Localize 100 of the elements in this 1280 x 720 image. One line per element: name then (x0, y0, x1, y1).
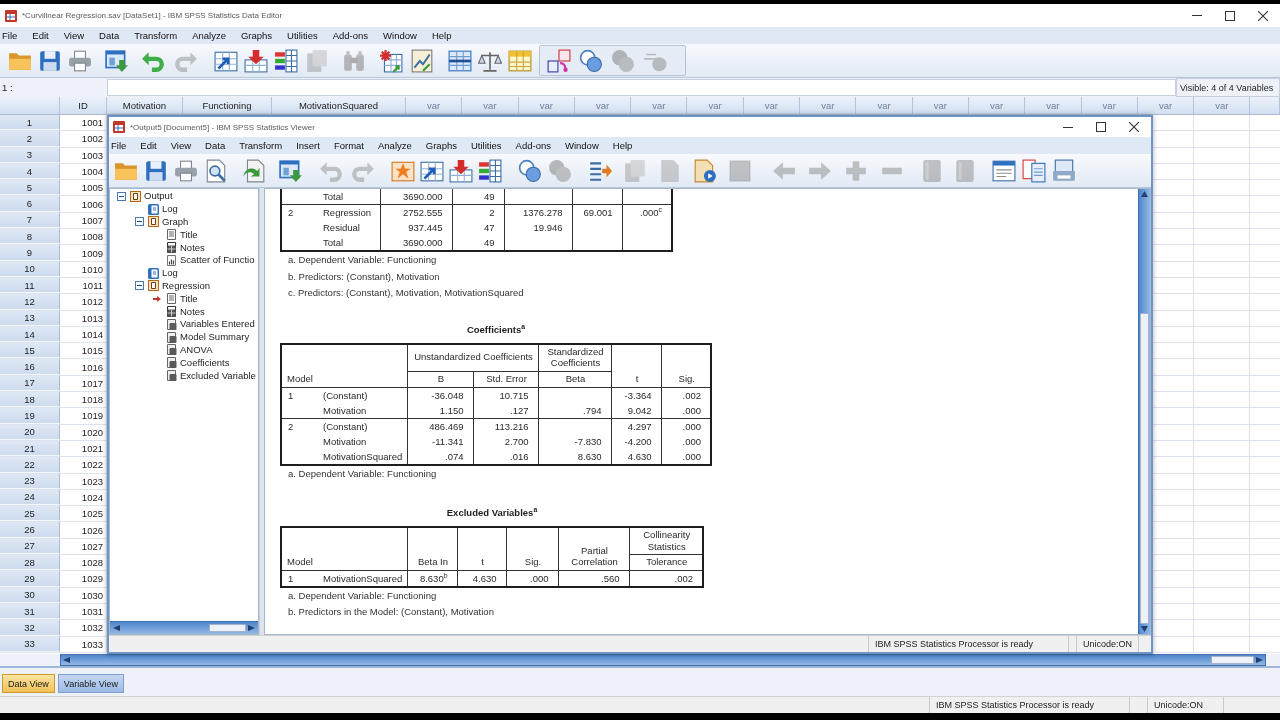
line-chart-page-icon[interactable] (410, 48, 434, 73)
row-header[interactable]: 15 (0, 343, 60, 359)
menu-item[interactable]: Window (564, 139, 599, 152)
menu-item[interactable]: Data (99, 29, 120, 42)
scrollbar-thumb[interactable] (1140, 313, 1149, 624)
menu-item[interactable]: Help (431, 29, 452, 42)
row-header[interactable]: 12 (0, 294, 60, 310)
column-header[interactable]: ID (60, 97, 107, 115)
tree-item[interactable]: Excluded Variable (180, 369, 256, 382)
maximize-icon[interactable] (1096, 122, 1106, 132)
minimize-icon[interactable] (1063, 126, 1073, 128)
printer-icon[interactable] (68, 48, 92, 73)
menu-item[interactable]: File (111, 139, 127, 152)
scroll-left-icon[interactable] (113, 625, 120, 631)
collapse-toggle-icon[interactable] (134, 217, 144, 227)
menu-item[interactable]: View (170, 139, 192, 152)
tree-item[interactable]: Graph (162, 216, 189, 228)
close-icon[interactable] (1258, 10, 1268, 21)
row-header[interactable]: 26 (0, 522, 60, 538)
tree-item[interactable]: Variables Entered (180, 318, 255, 331)
row-header[interactable]: 29 (0, 571, 60, 587)
tree-item[interactable]: Notes (180, 305, 205, 318)
scroll-left-icon[interactable] (63, 657, 70, 663)
menu-item[interactable]: Format (333, 139, 364, 152)
tree-item[interactable]: Title (180, 228, 198, 241)
overlapping-circles-icon[interactable] (518, 158, 542, 183)
menu-item[interactable]: Transform (239, 139, 283, 152)
grid-down-arrow-icon[interactable] (449, 158, 473, 183)
menu-item[interactable]: Data (205, 139, 226, 152)
row-header[interactable]: 8 (0, 229, 60, 245)
menu-item[interactable]: View (63, 29, 85, 42)
column-header[interactable]: Motivation (107, 97, 183, 115)
tree-item[interactable]: Log (162, 267, 178, 280)
row-header[interactable]: 9 (0, 245, 60, 261)
menu-item[interactable]: Insert (296, 139, 320, 152)
collapse-toggle-icon[interactable] (116, 191, 126, 201)
window-arrow-icon[interactable] (279, 158, 303, 183)
tree-item[interactable]: Log (162, 203, 178, 216)
row-header[interactable]: 2 (0, 131, 60, 147)
tree-item[interactable]: Model Summary (180, 331, 250, 344)
row-header[interactable]: 16 (0, 359, 60, 375)
row-header[interactable]: 18 (0, 392, 60, 408)
scroll-up-icon[interactable] (1141, 191, 1148, 197)
horizontal-scrollbar[interactable] (60, 654, 1266, 666)
grid-asterisk-icon[interactable] (379, 48, 403, 73)
split-grid-icon[interactable] (448, 48, 472, 73)
menu-item[interactable]: Graphs (240, 29, 273, 42)
row-header[interactable]: 1 (0, 115, 60, 131)
document-play-icon[interactable] (693, 158, 717, 183)
scrollbar-thumb[interactable] (209, 624, 246, 632)
screen-printer-icon[interactable] (1052, 158, 1076, 183)
menu-item[interactable]: Edit (140, 139, 157, 152)
menu-item[interactable]: Utilities (470, 139, 502, 152)
menu-item[interactable]: Analyze (378, 139, 412, 152)
cell-value-field[interactable] (107, 79, 1176, 96)
page-magnifier-icon[interactable] (204, 158, 228, 183)
menu-item[interactable]: Add-ons (332, 29, 369, 42)
menu-item[interactable]: Graphs (425, 139, 457, 152)
tree-item[interactable]: ANOVA (180, 343, 213, 356)
row-header[interactable]: 32 (0, 620, 60, 636)
label-tiles-icon[interactable] (547, 48, 571, 73)
tree-item[interactable]: Title (180, 292, 198, 305)
grid-down-arrow-icon[interactable] (244, 48, 268, 73)
window-arrow-icon[interactable] (105, 48, 129, 73)
maximize-icon[interactable] (1225, 10, 1235, 21)
menu-item[interactable]: Help (612, 139, 633, 152)
tree-item[interactable]: Coefficients (180, 356, 230, 369)
row-header[interactable]: 25 (0, 506, 60, 522)
overlapping-circles-icon[interactable] (579, 48, 603, 73)
collapse-toggle-icon[interactable] (134, 281, 144, 291)
tree-item[interactable]: Regression (162, 279, 211, 292)
menu-item[interactable]: Transform (134, 29, 178, 42)
bars-grid-icon[interactable] (478, 158, 502, 183)
column-header[interactable]: Functioning (183, 97, 272, 115)
column-header[interactable]: MotivationSquared (272, 97, 406, 115)
row-header[interactable]: 19 (0, 408, 60, 424)
scrollbar-thumb[interactable] (1211, 656, 1254, 664)
page-arrow-icon[interactable] (242, 158, 266, 183)
printer-icon[interactable] (174, 158, 198, 183)
two-pages-icon[interactable] (1022, 158, 1046, 183)
close-icon[interactable] (1129, 122, 1139, 132)
menu-item[interactable]: Window (383, 29, 417, 42)
tree-item[interactable]: Notes (180, 241, 205, 254)
view-tab[interactable]: Data View (2, 674, 55, 693)
vertical-scrollbar[interactable] (1138, 189, 1150, 634)
row-header[interactable]: 5 (0, 180, 60, 196)
scroll-down-icon[interactable] (1141, 626, 1148, 632)
tree-item[interactable]: Output (144, 190, 173, 203)
row-header[interactable]: 28 (0, 555, 60, 571)
menu-item[interactable]: File (2, 29, 18, 42)
row-header[interactable]: 22 (0, 457, 60, 473)
view-tab[interactable]: Variable View (57, 674, 125, 693)
row-header[interactable]: 6 (0, 196, 60, 212)
window-lines-icon[interactable] (992, 158, 1016, 183)
menu-item[interactable]: Analyze (192, 29, 226, 42)
scroll-right-icon[interactable] (1256, 657, 1263, 663)
menu-item[interactable]: Utilities (287, 29, 318, 42)
horizontal-scrollbar[interactable] (110, 621, 258, 634)
scroll-right-icon[interactable] (248, 625, 255, 631)
menu-item[interactable]: Edit (32, 29, 49, 42)
